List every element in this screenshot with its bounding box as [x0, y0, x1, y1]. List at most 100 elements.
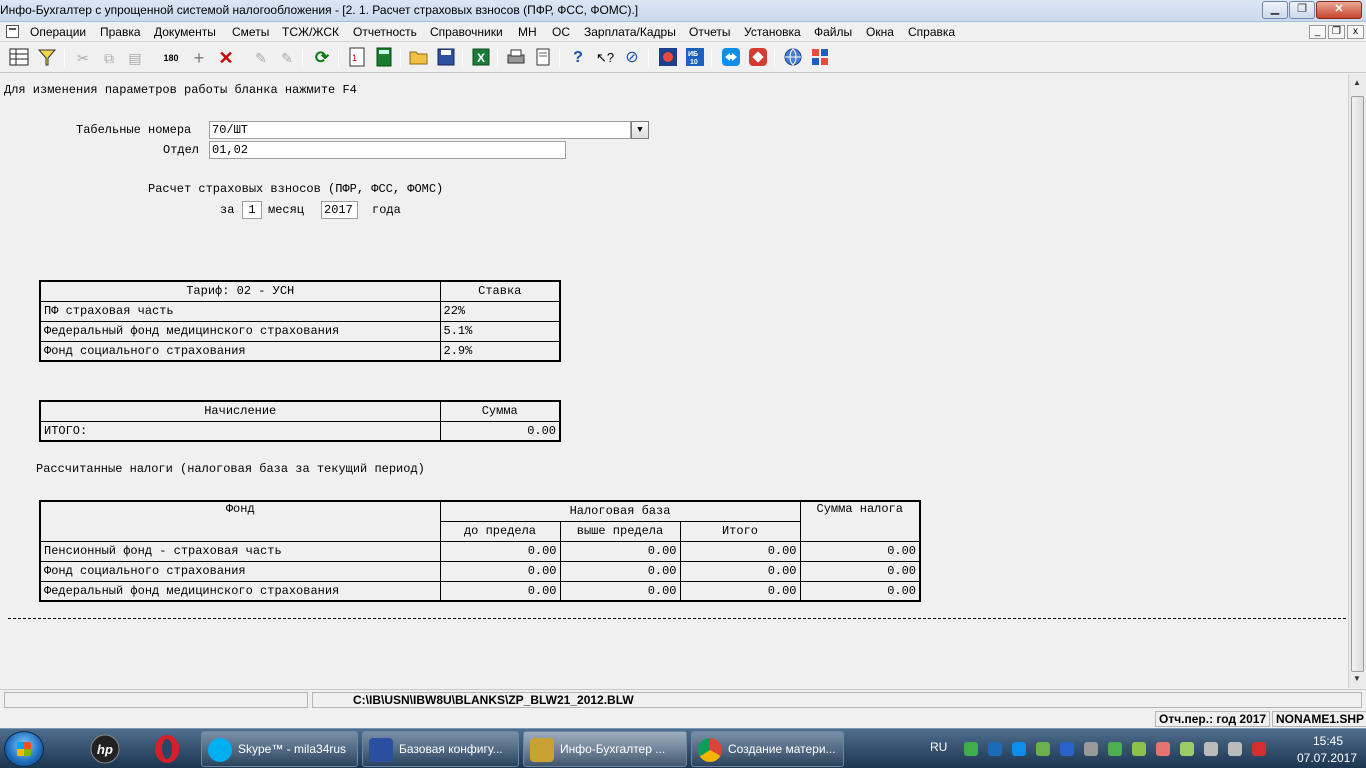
menu-estimates[interactable]: Сметы — [232, 25, 269, 39]
tariff-rate-cell[interactable]: 5.1% — [439, 320, 561, 342]
table-row[interactable]: Федеральный фонд медицинского страховани… — [39, 580, 921, 602]
calculator-icon[interactable] — [373, 47, 395, 69]
mdi-restore-button[interactable]: ❐ — [1328, 25, 1345, 39]
menu-settings[interactable]: Установка — [744, 25, 801, 39]
clock-date[interactable]: 07.07.2017 — [1292, 751, 1362, 765]
save-icon[interactable] — [435, 47, 457, 69]
anydesk-icon[interactable] — [747, 47, 769, 69]
signal-icon[interactable] — [1204, 742, 1218, 756]
below-cell[interactable]: 0.00 — [439, 560, 561, 582]
help-icon[interactable]: ? — [567, 47, 589, 69]
hp-icon[interactable]: hp — [80, 732, 130, 766]
antivirus-icon[interactable] — [1108, 742, 1122, 756]
task-info-accountant[interactable]: Инфо-Бухгалтер ... — [523, 731, 687, 767]
copy-icon[interactable]: ⧉ — [98, 47, 120, 69]
menu-os[interactable]: ОС — [552, 25, 570, 39]
menu-payroll[interactable]: Зарплата/Кадры — [584, 25, 676, 39]
minimize-button[interactable]: ▁ — [1262, 1, 1288, 19]
context-help-icon[interactable]: ↖? — [594, 47, 616, 69]
task-chrome[interactable]: Создание матери... — [691, 731, 844, 767]
task-base-config[interactable]: Базовая конфигу... — [362, 731, 519, 767]
numbering-icon[interactable]: 180 — [160, 47, 182, 69]
clock-time[interactable]: 15:45 — [1298, 734, 1358, 748]
usb-icon[interactable] — [1156, 742, 1170, 756]
network-device-icon[interactable] — [1036, 742, 1050, 756]
chevron-down-icon[interactable]: ▼ — [631, 121, 649, 139]
document-icon[interactable] — [6, 25, 19, 38]
keyboard-icon[interactable] — [1084, 742, 1098, 756]
below-cell[interactable]: 0.00 — [439, 540, 561, 562]
tax-cell[interactable]: 0.00 — [799, 540, 921, 562]
ib10-icon[interactable]: ИБ 10 — [684, 47, 706, 69]
menu-operations[interactable]: Операции — [30, 25, 86, 39]
table-row[interactable]: ИТОГО: 0.00 — [39, 420, 561, 442]
grid-icon[interactable] — [8, 47, 30, 69]
mail-icon[interactable] — [988, 742, 1002, 756]
volume-icon[interactable] — [1228, 742, 1242, 756]
teamviewer-tray-icon[interactable] — [1012, 742, 1026, 756]
tabnum-combobox[interactable]: 70/ШТ — [209, 121, 631, 139]
tax-cell[interactable]: 0.00 — [799, 560, 921, 582]
base-total-cell[interactable]: 0.00 — [679, 560, 801, 582]
scrollbar-thumb[interactable] — [1351, 96, 1364, 672]
menu-files[interactable]: Файлы — [814, 25, 852, 39]
month-input[interactable]: 1 — [242, 201, 262, 219]
menu-documents[interactable]: Документы — [154, 25, 216, 39]
base-total-cell[interactable]: 0.00 — [679, 540, 801, 562]
mdi-close-button[interactable]: x — [1347, 25, 1364, 39]
below-cell[interactable]: 0.00 — [439, 580, 561, 602]
total-value-cell[interactable]: 0.00 — [439, 420, 561, 442]
close-button[interactable]: ✕ — [1316, 1, 1362, 19]
above-cell[interactable]: 0.00 — [559, 560, 681, 582]
paste-icon[interactable]: ▤ — [124, 47, 146, 69]
table-row[interactable]: Фонд социального страхования 0.00 0.00 0… — [39, 560, 921, 582]
maximize-button[interactable]: ❐ — [1289, 1, 1315, 19]
scroll-down-icon[interactable]: ▼ — [1353, 674, 1361, 683]
navigator-icon[interactable]: ⊘ — [621, 47, 643, 69]
print-icon[interactable] — [505, 47, 527, 69]
table-row[interactable]: Фонд социального страхования 2.9% — [39, 340, 561, 362]
bluetooth-icon[interactable] — [1060, 742, 1074, 756]
edit2-disabled-icon[interactable]: ✎ — [276, 47, 298, 69]
web-icon[interactable] — [782, 47, 804, 69]
task-skype[interactable]: Skype™ - mila34rus — [201, 731, 358, 767]
delete-icon[interactable]: ✕ — [215, 47, 237, 69]
menu-directories[interactable]: Справочники — [430, 25, 503, 39]
form-icon[interactable]: 1 — [346, 47, 368, 69]
cut-icon[interactable]: ✂ — [72, 47, 94, 69]
update-icon[interactable] — [809, 47, 831, 69]
table-row[interactable]: Федеральный фонд медицинского страховани… — [39, 320, 561, 342]
menu-help[interactable]: Справка — [908, 25, 955, 39]
tax-cell[interactable]: 0.00 — [799, 580, 921, 602]
start-button[interactable] — [4, 731, 44, 767]
menu-reporting[interactable]: Отчетность — [353, 25, 417, 39]
menu-mn[interactable]: МН — [518, 25, 537, 39]
filter-icon[interactable] — [36, 47, 58, 69]
teamviewer-icon[interactable] — [720, 47, 742, 69]
sync-icon[interactable] — [964, 742, 978, 756]
menu-windows[interactable]: Окна — [866, 25, 894, 39]
year-input[interactable]: 2017 — [321, 201, 358, 219]
menu-edit[interactable]: Правка — [100, 25, 141, 39]
language-indicator[interactable]: RU — [930, 740, 947, 754]
preview-icon[interactable] — [532, 47, 554, 69]
scroll-up-icon[interactable]: ▲ — [1353, 78, 1361, 87]
table-row[interactable]: Пенсионный фонд - страховая часть 0.00 0… — [39, 540, 921, 562]
edit-disabled-icon[interactable]: ✎ — [250, 47, 272, 69]
tariff-rate-cell[interactable]: 22% — [439, 300, 561, 322]
tariff-rate-cell[interactable]: 2.9% — [439, 340, 561, 362]
menu-reports[interactable]: Отчеты — [689, 25, 730, 39]
media-icon[interactable] — [1180, 742, 1194, 756]
vertical-scrollbar[interactable]: ▲ ▼ — [1348, 74, 1366, 688]
ati-icon[interactable] — [1252, 742, 1266, 756]
dept-input[interactable]: 01,02 — [209, 141, 566, 159]
table-row[interactable]: ПФ страховая часть 22% — [39, 300, 561, 322]
opera-icon[interactable] — [142, 732, 192, 766]
above-cell[interactable]: 0.00 — [559, 540, 681, 562]
mdi-minimize-button[interactable]: _ — [1309, 25, 1326, 39]
excel-icon[interactable]: X — [470, 47, 492, 69]
menu-tszh[interactable]: ТСЖ/ЖСК — [282, 25, 339, 39]
open-folder-icon[interactable] — [408, 47, 430, 69]
ib-logo-icon[interactable] — [657, 47, 679, 69]
check-icon[interactable] — [1132, 742, 1146, 756]
